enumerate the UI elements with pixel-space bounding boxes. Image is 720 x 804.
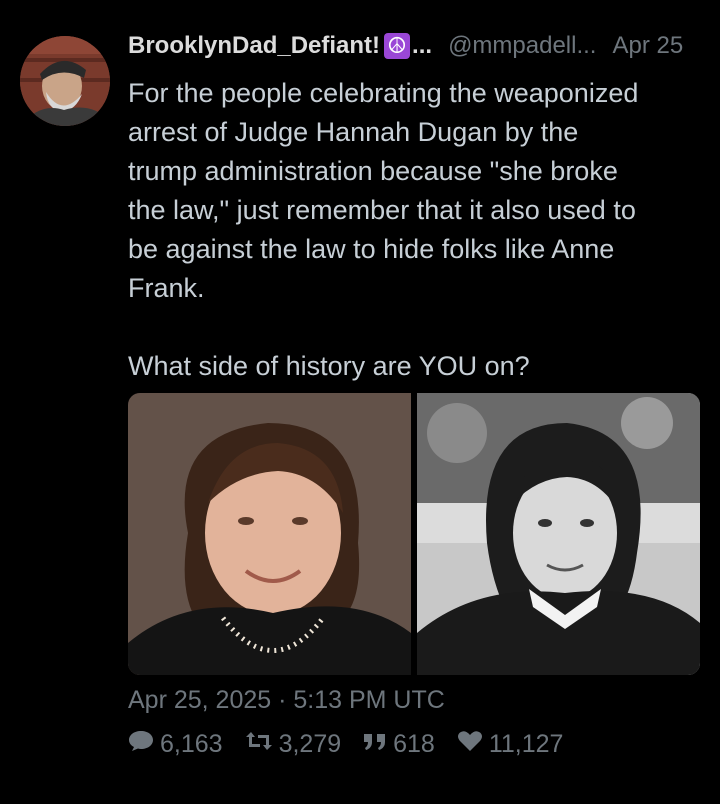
photo-girl-bw — [417, 393, 700, 675]
avatar-image — [20, 36, 110, 126]
photo-girl[interactable] — [417, 393, 700, 675]
retweet-count: 3,279 — [278, 730, 342, 758]
avatar[interactable] — [20, 36, 110, 126]
quote-stat[interactable]: 618 — [363, 730, 435, 759]
display-name[interactable]: BrooklynDad_Defiant! — [128, 32, 380, 60]
tweet-media — [128, 393, 700, 675]
quote-icon — [363, 730, 387, 759]
retweet-stat[interactable]: 3,279 — [245, 730, 342, 759]
photo-woman-color — [128, 393, 411, 675]
reply-stat[interactable]: 6,163 — [128, 730, 223, 759]
tweet-header: BrooklynDad_Defiant! ☮ ... @mmpadell... … — [128, 32, 683, 60]
photo-woman[interactable] — [128, 393, 411, 675]
like-stat[interactable]: 11,127 — [457, 730, 564, 759]
display-name-truncation: ... — [412, 32, 433, 59]
reply-count: 6,163 — [160, 730, 223, 758]
tweet-date[interactable]: Apr 25 — [612, 32, 683, 60]
peace-icon: ☮ — [384, 33, 411, 59]
user-handle[interactable]: @mmpadell... — [448, 32, 596, 60]
quote-count: 618 — [393, 730, 435, 758]
tweet-stats: 6,163 3,279 618 11,127 — [128, 730, 585, 759]
heart-icon — [457, 730, 483, 759]
comment-icon — [128, 730, 154, 759]
tweet-text: For the people celebrating the weaponize… — [128, 78, 639, 381]
tweet-timestamp[interactable]: Apr 25, 2025 · 5:13 PM UTC — [128, 686, 445, 715]
like-count: 11,127 — [488, 730, 564, 758]
retweet-icon — [245, 730, 273, 759]
